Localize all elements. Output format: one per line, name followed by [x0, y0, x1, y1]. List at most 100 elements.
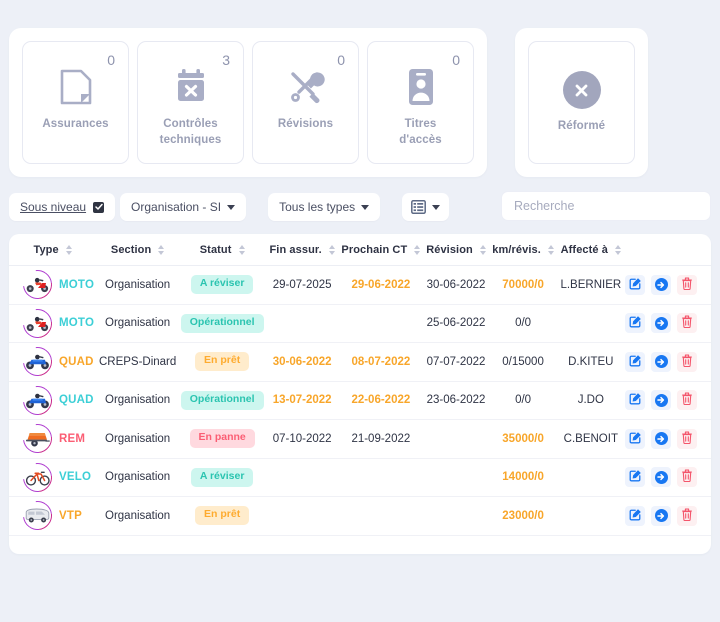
delete-button[interactable] — [677, 428, 697, 449]
cell-statut: A réviser — [179, 265, 266, 305]
delete-button[interactable] — [677, 505, 697, 526]
stat-card-assurances[interactable]: 0 Assurances — [22, 41, 129, 164]
sort-icon[interactable] — [479, 245, 486, 255]
cell-actions — [625, 381, 711, 420]
stats-card-group: 0 Assurances 3 Contrôles techniques 0 Ré… — [9, 28, 487, 177]
edit-button[interactable] — [625, 351, 645, 372]
delete-button[interactable] — [677, 467, 697, 488]
search-input[interactable] — [501, 191, 711, 221]
trailer-orange-icon — [23, 424, 52, 454]
types-dropdown[interactable]: Tous les types — [268, 193, 381, 221]
stat-card-reforme[interactable]: Réformé — [528, 41, 635, 164]
sub-level-label: Sous niveau — [20, 200, 87, 214]
trash-icon — [681, 431, 693, 447]
stat-card-revisions[interactable]: 0 Révisions — [252, 41, 359, 164]
sub-level-filter[interactable]: Sous niveau — [9, 193, 116, 221]
col-header-section[interactable]: Section — [96, 234, 180, 266]
cell-actions — [625, 496, 711, 536]
cell-affecte-a: D.KITEU — [556, 342, 625, 382]
stat-card-controles-techniques[interactable]: 3 Contrôles techniques — [137, 41, 244, 164]
table-row[interactable]: QUAD CREPS-Dinard En prêt 30-06-2022 08-… — [9, 342, 711, 382]
detail-button[interactable] — [651, 390, 671, 411]
status-badge: Opérationnel — [180, 390, 264, 410]
cell-affecte-a — [556, 496, 625, 536]
delete-button[interactable] — [677, 274, 697, 295]
pencil-square-icon — [629, 392, 642, 408]
edit-button[interactable] — [625, 467, 645, 488]
row-actions — [625, 505, 711, 526]
sort-icon[interactable] — [414, 245, 421, 255]
cell-statut: Opérationnel — [179, 381, 266, 420]
organisation-dropdown[interactable]: Organisation - SI — [120, 193, 247, 221]
detail-button[interactable] — [651, 313, 671, 334]
col-label: Fin assur. — [269, 244, 322, 256]
sort-icon[interactable] — [547, 245, 554, 255]
table-body: MOTO Organisation A réviser 29-07-2025 2… — [9, 265, 711, 536]
sort-icon[interactable] — [615, 245, 621, 255]
col-header-km-revis[interactable]: km/révis. — [489, 234, 557, 266]
cell-section: Organisation — [96, 304, 180, 343]
detail-button[interactable] — [651, 274, 671, 295]
cell-prochain-ct — [339, 496, 423, 536]
cell-revision: 07-07-2022 — [422, 342, 490, 382]
edit-button[interactable] — [625, 505, 645, 526]
delete-button[interactable] — [677, 313, 697, 334]
edit-button[interactable] — [625, 390, 645, 411]
table-row[interactable]: VELO Organisation A réviser 14000/0 — [9, 458, 711, 497]
arrow-right-circle-icon — [654, 278, 668, 292]
detail-button[interactable] — [651, 505, 671, 526]
table-row[interactable]: VTP Organisation En prêt 23000/0 — [9, 496, 711, 536]
col-header-affecte-a[interactable]: Affecté à — [556, 234, 625, 266]
bicycle-icon — [23, 462, 52, 492]
table-view-icon — [411, 200, 427, 214]
detail-button[interactable] — [651, 428, 671, 449]
edit-button[interactable] — [625, 274, 645, 295]
cell-prochain-ct: 29-06-2022 — [339, 265, 423, 305]
col-header-fin-assur[interactable]: Fin assur. — [265, 234, 340, 266]
table-row[interactable]: QUAD Organisation Opérationnel 13-07-202… — [9, 381, 711, 420]
col-label: Statut — [199, 244, 232, 256]
chevron-down-icon — [361, 204, 370, 210]
table-row[interactable]: MOTO Organisation Opérationnel 25-06-202… — [9, 304, 711, 343]
table-row[interactable]: MOTO Organisation A réviser 29-07-2025 2… — [9, 265, 711, 305]
sort-icon[interactable] — [65, 245, 72, 255]
detail-button[interactable] — [651, 351, 671, 372]
arrow-right-circle-icon — [654, 470, 668, 484]
delete-button[interactable] — [677, 351, 697, 372]
pencil-square-icon — [629, 277, 642, 293]
cell-affecte-a: L.BERNIER — [556, 265, 625, 305]
view-mode-dropdown[interactable] — [402, 193, 450, 221]
cell-section: Organisation — [96, 496, 180, 536]
cell-section: Organisation — [96, 458, 180, 497]
col-header-type[interactable]: Type — [9, 234, 97, 266]
stats-row: 0 Assurances 3 Contrôles techniques 0 Ré… — [0, 28, 720, 177]
edit-button[interactable] — [625, 313, 645, 334]
delete-button[interactable] — [677, 390, 697, 411]
sort-icon[interactable] — [238, 245, 245, 255]
stat-card-titres-acces[interactable]: 0 Titres d'accès — [367, 41, 474, 164]
table-header-row: Type Section Statut Fin assur. Prochain … — [9, 234, 711, 266]
cell-prochain-ct — [339, 304, 423, 343]
stat-label-controles: Contrôles techniques — [160, 116, 222, 148]
vehicles-table: Type Section Statut Fin assur. Prochain … — [9, 234, 711, 536]
table-row[interactable]: REM Organisation En panne 07-10-2022 21-… — [9, 419, 711, 459]
detail-button[interactable] — [651, 467, 671, 488]
cell-prochain-ct: 08-07-2022 — [339, 342, 423, 382]
stat-label-reforme: Réformé — [557, 120, 606, 132]
trash-icon — [681, 469, 693, 485]
tools-icon — [287, 64, 325, 110]
col-header-prochain-ct[interactable]: Prochain CT — [339, 234, 423, 266]
cell-affecte-a: J.DO — [556, 381, 625, 420]
edit-button[interactable] — [625, 428, 645, 449]
col-header-statut[interactable]: Statut — [179, 234, 266, 266]
sort-icon[interactable] — [328, 245, 335, 255]
motorbike-red-icon — [23, 308, 52, 338]
cell-km-revis: 23000/0 — [489, 496, 557, 536]
col-header-actions — [625, 234, 711, 266]
cell-statut: Opérationnel — [179, 304, 266, 343]
sub-level-checkbox[interactable] — [93, 201, 105, 213]
sort-icon[interactable] — [158, 245, 165, 255]
document-icon — [59, 64, 93, 110]
col-header-revision[interactable]: Révision — [422, 234, 490, 266]
stat-label-assurances: Assurances — [42, 118, 109, 130]
